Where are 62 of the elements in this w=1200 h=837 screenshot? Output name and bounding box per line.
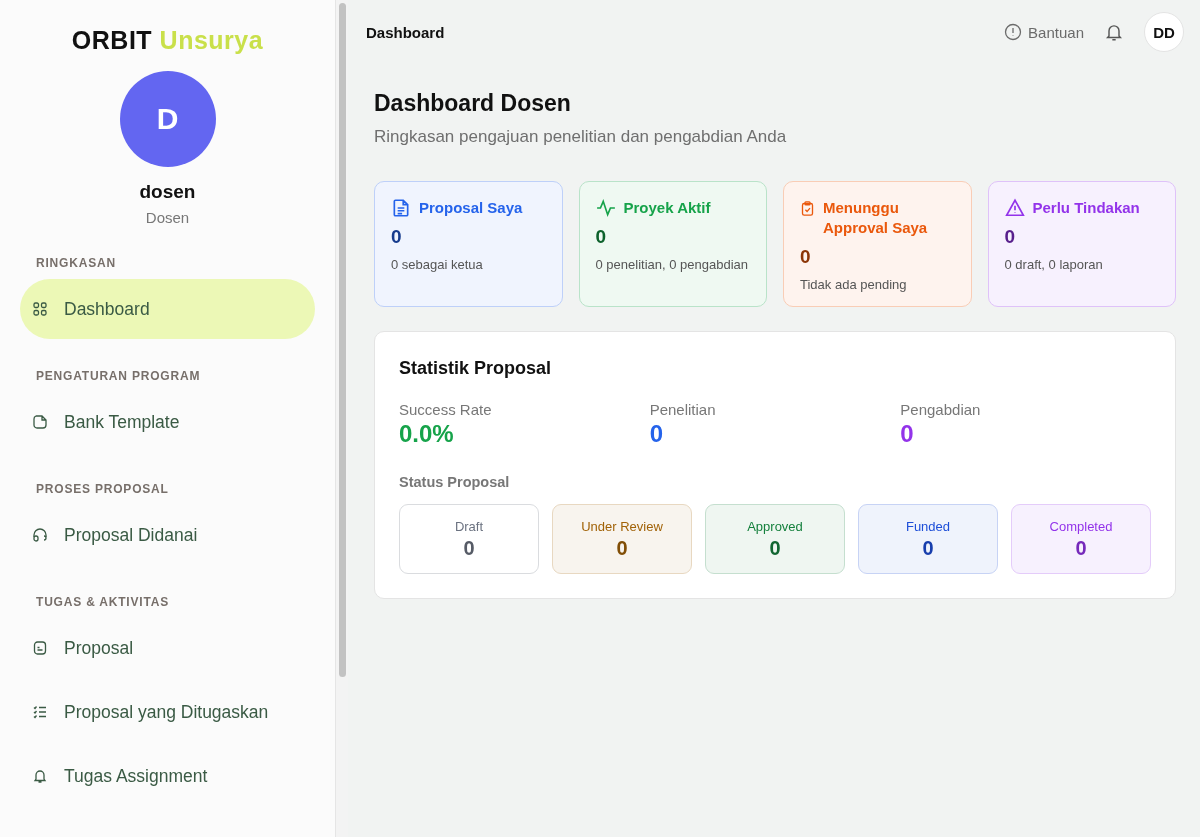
card-value: 0 <box>391 226 403 248</box>
status-value: 0 <box>922 536 934 560</box>
user-avatar[interactable]: DD <box>1144 12 1184 52</box>
metric-value: 0 <box>900 420 914 448</box>
metric-value: 0.0% <box>399 420 454 448</box>
page-title: Dashboard Dosen <box>374 90 572 117</box>
card-note: 0 draft, 0 laporan <box>1004 257 1104 273</box>
card-title: Perlu Tindakan <box>1032 198 1140 218</box>
card-title: Proposal Saya <box>419 198 523 218</box>
help-icon <box>1004 23 1023 41</box>
app-logo: ORBIT Unsurya <box>71 26 264 55</box>
metric-label: Pengabdian <box>900 401 981 418</box>
activity-icon <box>595 198 616 218</box>
card-value: 0 <box>800 246 812 268</box>
status-label: Under Review <box>581 518 663 534</box>
status-label: Draft <box>454 518 484 534</box>
sidebar-item[interactable]: Proposal <box>20 618 315 678</box>
sidebar-item[interactable]: Dashboard <box>20 279 315 339</box>
card-title: Proyek Aktif <box>623 198 711 218</box>
help-link[interactable]: Bantuan <box>1004 23 1084 41</box>
sidebar-item[interactable]: Proposal Didanai <box>20 505 315 565</box>
card-note: 0 sebagai ketua <box>391 257 484 273</box>
document-icon <box>32 640 48 656</box>
status-label: Completed <box>1049 518 1113 534</box>
card-value: 0 <box>1004 226 1017 248</box>
status-value: 0 <box>616 536 628 560</box>
bell-icon <box>32 768 48 784</box>
sidebar-item[interactable]: Bank Template <box>20 392 315 452</box>
status-label: Funded <box>905 518 951 534</box>
sidebar-item[interactable]: Proposal yang Ditugaskan <box>20 682 315 742</box>
section-heading: TUGAS & AKTIVITAS <box>36 595 169 609</box>
user-avatar: D <box>119 71 216 167</box>
checklist-icon <box>32 704 48 720</box>
metric-label: Success Rate <box>399 401 492 418</box>
section-heading: PENGATURAN PROGRAM <box>36 369 201 383</box>
card-note: 0 penelitian, 0 pengabdian <box>595 257 750 273</box>
scrollbar-thumb[interactable] <box>339 3 346 677</box>
card-note: Tidak ada pending <box>800 277 908 293</box>
user-role: Dosen <box>145 209 190 226</box>
panel-title: Statistik Proposal <box>399 358 553 379</box>
user-name: dosen <box>139 181 196 203</box>
headset-icon <box>32 527 48 543</box>
breadcrumb: Dashboard <box>366 23 445 41</box>
metric-label: Penelitian <box>649 401 716 418</box>
metric-value: 0 <box>649 420 663 448</box>
sidebar-item[interactable]: Tugas Assignment <box>20 746 315 806</box>
section-heading: PROSES PROPOSAL <box>36 482 169 496</box>
section-heading: RINGKASAN <box>36 256 116 270</box>
page-subtitle: Ringkasan pengajuan penelitian dan pengabdian Anda <box>374 127 788 147</box>
note-icon <box>32 414 48 430</box>
grid-icon <box>32 301 48 317</box>
status-label: Approved <box>747 518 803 534</box>
status-value: 0 <box>463 536 475 560</box>
warning-icon <box>1004 198 1025 218</box>
document-icon <box>391 198 411 218</box>
section-title: Status Proposal <box>399 474 511 490</box>
clipboard-icon <box>800 201 815 216</box>
status-value: 0 <box>769 536 781 560</box>
notification-icon[interactable] <box>1104 22 1124 42</box>
status-value: 0 <box>1075 536 1087 560</box>
card-value: 0 <box>595 226 608 248</box>
card-title: Menunggu Approval Saya <box>823 198 929 238</box>
